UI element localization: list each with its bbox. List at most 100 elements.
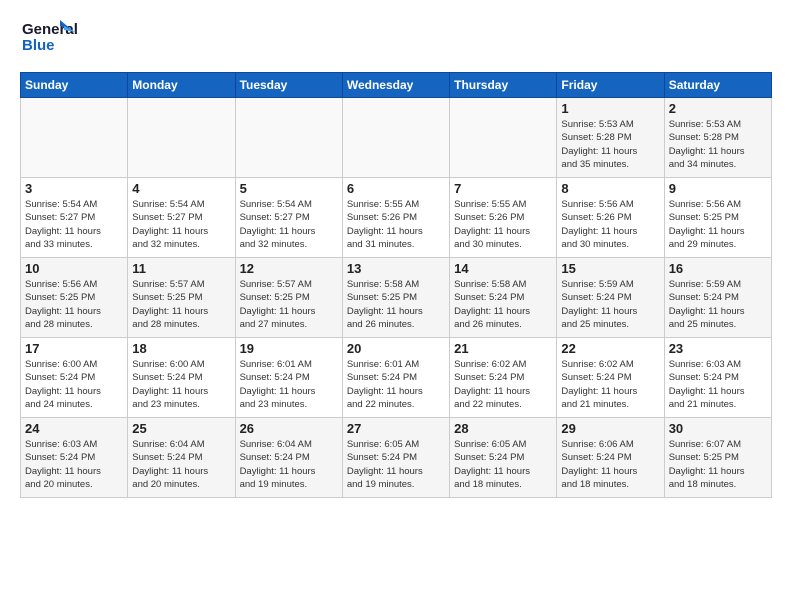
day-number: 20 xyxy=(347,341,445,356)
day-number: 15 xyxy=(561,261,659,276)
day-info: Sunrise: 6:01 AMSunset: 5:24 PMDaylight:… xyxy=(240,358,338,411)
svg-text:Blue: Blue xyxy=(22,37,55,54)
day-info: Sunrise: 5:56 AMSunset: 5:25 PMDaylight:… xyxy=(669,198,767,251)
calendar-cell: 26 Sunrise: 6:04 AMSunset: 5:24 PMDayligh… xyxy=(235,418,342,498)
day-info: Sunrise: 6:03 AMSunset: 5:24 PMDaylight:… xyxy=(25,438,123,491)
calendar-cell: 7 Sunrise: 5:55 AMSunset: 5:26 PMDaylight… xyxy=(450,178,557,258)
day-info: Sunrise: 5:58 AMSunset: 5:25 PMDaylight:… xyxy=(347,278,445,331)
day-number: 2 xyxy=(669,101,767,116)
day-number: 5 xyxy=(240,181,338,196)
logo-svg: GeneralBlue xyxy=(20,16,80,60)
day-number: 10 xyxy=(25,261,123,276)
calendar-cell: 12Sunrise: 5:57 AMSunset: 5:25 PMDayligh… xyxy=(235,258,342,338)
calendar-cell: 14Sunrise: 5:58 AMSunset: 5:24 PMDayligh… xyxy=(450,258,557,338)
day-number: 25 xyxy=(132,421,230,436)
calendar-cell: 25 Sunrise: 6:04 AMSunset: 5:24 PMDayligh… xyxy=(128,418,235,498)
day-number: 18 xyxy=(132,341,230,356)
calendar-cell xyxy=(235,98,342,178)
day-info: Sunrise: 5:56 AMSunset: 5:26 PMDaylight:… xyxy=(561,198,659,251)
day-number: 11 xyxy=(132,261,230,276)
day-number: 22 xyxy=(561,341,659,356)
calendar-cell: 18Sunrise: 6:00 AMSunset: 5:24 PMDayligh… xyxy=(128,338,235,418)
day-info: Sunrise: 6:05 AMSunset: 5:24 PMDaylight:… xyxy=(347,438,445,491)
day-info: Sunrise: 5:58 AMSunset: 5:24 PMDaylight:… xyxy=(454,278,552,331)
day-info: Sunrise: 5:57 AMSunset: 5:25 PMDaylight:… xyxy=(132,278,230,331)
calendar-cell: 1 Sunrise: 5:53 AMSunset: 5:28 PMDaylight… xyxy=(557,98,664,178)
calendar-cell: 3 Sunrise: 5:54 AMSunset: 5:27 PMDaylight… xyxy=(21,178,128,258)
calendar-body: 1 Sunrise: 5:53 AMSunset: 5:28 PMDaylight… xyxy=(21,98,772,498)
calendar-week-4: 17 Sunrise: 6:00 AMSunset: 5:24 PMDayligh… xyxy=(21,338,772,418)
weekday-monday: Monday xyxy=(128,73,235,98)
weekday-tuesday: Tuesday xyxy=(235,73,342,98)
day-number: 7 xyxy=(454,181,552,196)
day-number: 28 xyxy=(454,421,552,436)
calendar-cell: 22 Sunrise: 6:02 AMSunset: 5:24 PMDayligh… xyxy=(557,338,664,418)
day-number: 8 xyxy=(561,181,659,196)
calendar-cell: 19 Sunrise: 6:01 AMSunset: 5:24 PMDayligh… xyxy=(235,338,342,418)
day-info: Sunrise: 5:54 AMSunset: 5:27 PMDaylight:… xyxy=(132,198,230,251)
calendar-cell: 29Sunrise: 6:06 AMSunset: 5:24 PMDayligh… xyxy=(557,418,664,498)
calendar-cell xyxy=(21,98,128,178)
calendar-cell: 9 Sunrise: 5:56 AMSunset: 5:25 PMDaylight… xyxy=(664,178,771,258)
day-info: Sunrise: 5:53 AMSunset: 5:28 PMDaylight:… xyxy=(561,118,659,171)
day-info: Sunrise: 5:53 AMSunset: 5:28 PMDaylight:… xyxy=(669,118,767,171)
day-info: Sunrise: 5:54 AMSunset: 5:27 PMDaylight:… xyxy=(240,198,338,251)
calendar-header: SundayMondayTuesdayWednesdayThursdayFrid… xyxy=(21,73,772,98)
day-number: 24 xyxy=(25,421,123,436)
calendar-cell: 27 Sunrise: 6:05 AMSunset: 5:24 PMDayligh… xyxy=(342,418,449,498)
day-number: 17 xyxy=(25,341,123,356)
day-number: 3 xyxy=(25,181,123,196)
day-number: 23 xyxy=(669,341,767,356)
calendar-cell: 15 Sunrise: 5:59 AMSunset: 5:24 PMDayligh… xyxy=(557,258,664,338)
day-info: Sunrise: 5:55 AMSunset: 5:26 PMDaylight:… xyxy=(454,198,552,251)
day-info: Sunrise: 5:55 AMSunset: 5:26 PMDaylight:… xyxy=(347,198,445,251)
calendar-cell: 4 Sunrise: 5:54 AMSunset: 5:27 PMDaylight… xyxy=(128,178,235,258)
calendar-week-3: 10Sunrise: 5:56 AMSunset: 5:25 PMDayligh… xyxy=(21,258,772,338)
calendar-cell xyxy=(450,98,557,178)
calendar-cell: 10Sunrise: 5:56 AMSunset: 5:25 PMDayligh… xyxy=(21,258,128,338)
calendar-cell: 17 Sunrise: 6:00 AMSunset: 5:24 PMDayligh… xyxy=(21,338,128,418)
day-number: 16 xyxy=(669,261,767,276)
day-info: Sunrise: 6:02 AMSunset: 5:24 PMDaylight:… xyxy=(454,358,552,411)
day-number: 9 xyxy=(669,181,767,196)
weekday-wednesday: Wednesday xyxy=(342,73,449,98)
weekday-header-row: SundayMondayTuesdayWednesdayThursdayFrid… xyxy=(21,73,772,98)
day-info: Sunrise: 6:01 AMSunset: 5:24 PMDaylight:… xyxy=(347,358,445,411)
calendar-cell: 5 Sunrise: 5:54 AMSunset: 5:27 PMDaylight… xyxy=(235,178,342,258)
day-number: 26 xyxy=(240,421,338,436)
calendar-cell: 28 Sunrise: 6:05 AMSunset: 5:24 PMDayligh… xyxy=(450,418,557,498)
calendar-cell: 13 Sunrise: 5:58 AMSunset: 5:25 PMDayligh… xyxy=(342,258,449,338)
day-number: 21 xyxy=(454,341,552,356)
day-number: 4 xyxy=(132,181,230,196)
calendar-cell: 11 Sunrise: 5:57 AMSunset: 5:25 PMDayligh… xyxy=(128,258,235,338)
weekday-thursday: Thursday xyxy=(450,73,557,98)
calendar-cell: 21 Sunrise: 6:02 AMSunset: 5:24 PMDayligh… xyxy=(450,338,557,418)
weekday-saturday: Saturday xyxy=(664,73,771,98)
calendar-cell: 16 Sunrise: 5:59 AMSunset: 5:24 PMDayligh… xyxy=(664,258,771,338)
day-number: 6 xyxy=(347,181,445,196)
header: GeneralBlue xyxy=(20,16,772,60)
day-info: Sunrise: 6:00 AMSunset: 5:24 PMDaylight:… xyxy=(25,358,123,411)
calendar-cell xyxy=(342,98,449,178)
weekday-friday: Friday xyxy=(557,73,664,98)
day-info: Sunrise: 6:07 AMSunset: 5:25 PMDaylight:… xyxy=(669,438,767,491)
day-info: Sunrise: 5:59 AMSunset: 5:24 PMDaylight:… xyxy=(561,278,659,331)
day-info: Sunrise: 5:59 AMSunset: 5:24 PMDaylight:… xyxy=(669,278,767,331)
day-number: 12 xyxy=(240,261,338,276)
day-number: 19 xyxy=(240,341,338,356)
day-number: 30 xyxy=(669,421,767,436)
day-number: 13 xyxy=(347,261,445,276)
calendar-cell: 24 Sunrise: 6:03 AMSunset: 5:24 PMDayligh… xyxy=(21,418,128,498)
calendar-cell: 20 Sunrise: 6:01 AMSunset: 5:24 PMDayligh… xyxy=(342,338,449,418)
day-number: 27 xyxy=(347,421,445,436)
weekday-sunday: Sunday xyxy=(21,73,128,98)
day-info: Sunrise: 6:04 AMSunset: 5:24 PMDaylight:… xyxy=(240,438,338,491)
day-info: Sunrise: 6:04 AMSunset: 5:24 PMDaylight:… xyxy=(132,438,230,491)
day-info: Sunrise: 5:54 AMSunset: 5:27 PMDaylight:… xyxy=(25,198,123,251)
calendar-table: SundayMondayTuesdayWednesdayThursdayFrid… xyxy=(20,72,772,498)
day-number: 29 xyxy=(561,421,659,436)
day-info: Sunrise: 6:05 AMSunset: 5:24 PMDaylight:… xyxy=(454,438,552,491)
day-info: Sunrise: 6:02 AMSunset: 5:24 PMDaylight:… xyxy=(561,358,659,411)
calendar-week-5: 24 Sunrise: 6:03 AMSunset: 5:24 PMDayligh… xyxy=(21,418,772,498)
day-number: 1 xyxy=(561,101,659,116)
